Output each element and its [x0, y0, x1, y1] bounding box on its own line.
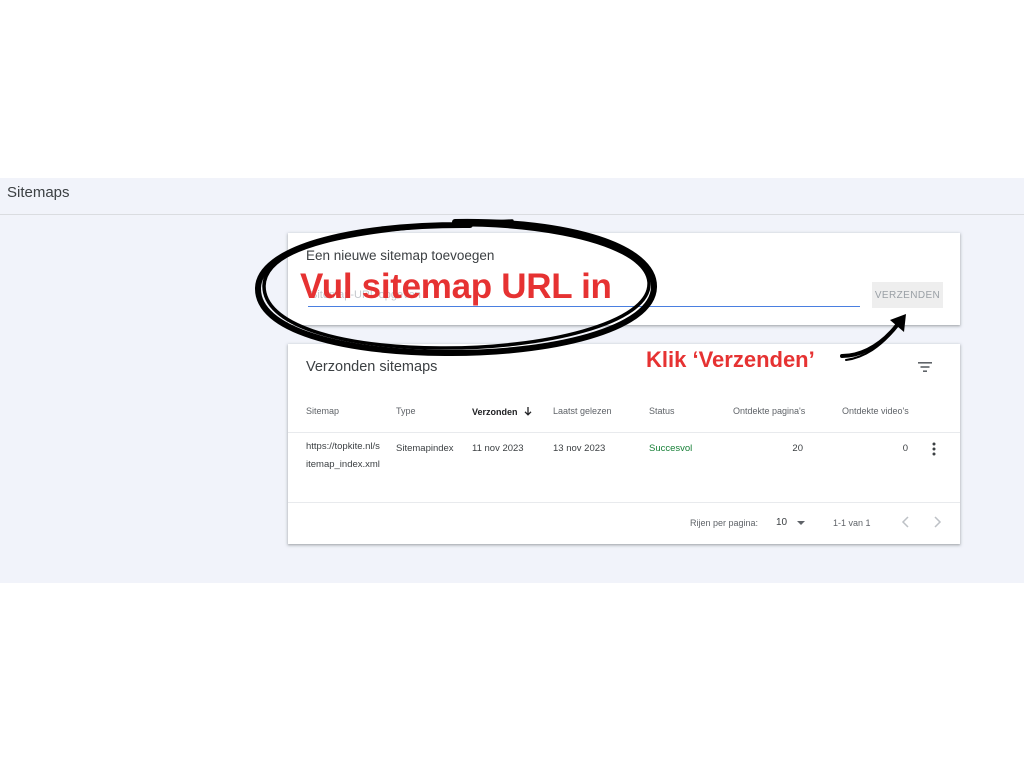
- rows-per-page-label: Rijen per pagina:: [690, 518, 759, 528]
- cell-submitted: 11 nov 2023: [472, 443, 524, 454]
- rows-per-page-value: 10: [776, 517, 788, 528]
- column-header-sitemap[interactable]: Sitemap: [306, 406, 339, 416]
- column-header-discovered-videos[interactable]: Ontdekte video's: [842, 406, 909, 416]
- divider: [288, 432, 960, 433]
- column-header-submitted[interactable]: Verzonden: [472, 406, 533, 417]
- more-vert-icon[interactable]: [928, 441, 940, 457]
- column-header-status[interactable]: Status: [649, 406, 675, 416]
- cell-type: Sitemapindex: [396, 443, 454, 454]
- submitted-sitemaps-card: Verzonden sitemaps Sitemap Type Verzonde…: [288, 344, 960, 544]
- pagination-range: 1-1 van 1: [833, 518, 871, 528]
- annotation-click-submit: Klik ‘Verzenden’: [646, 347, 815, 372]
- rows-per-page-select[interactable]: 10: [774, 514, 810, 532]
- chevron-left-icon[interactable]: [898, 514, 914, 530]
- cell-discovered-videos: 0: [902, 443, 908, 454]
- annotation-arrow-icon: [840, 314, 906, 361]
- page-title: Sitemaps: [7, 184, 70, 201]
- annotation-fill-url: Vul sitemap URL in: [300, 267, 612, 306]
- cell-last-read: 13 nov 2023: [553, 443, 606, 454]
- chevron-right-icon[interactable]: [929, 514, 945, 530]
- column-header-discovered-pages[interactable]: Ontdekte pagina's: [733, 406, 805, 416]
- filter-icon[interactable]: [916, 358, 934, 376]
- cell-status: Succesvol: [649, 443, 693, 454]
- column-header-submitted-label: Verzonden: [472, 407, 518, 417]
- column-header-last-read[interactable]: Laatst gelezen: [553, 406, 612, 416]
- column-header-type[interactable]: Type: [396, 406, 416, 416]
- page-header: Sitemaps: [0, 178, 1024, 215]
- submit-button[interactable]: VERZENDEN: [872, 282, 943, 308]
- sort-arrow-down-icon: [524, 407, 531, 416]
- cell-discovered-pages: 20: [792, 443, 803, 454]
- chevron-down-icon: [797, 521, 805, 525]
- cell-sitemap-url: https://topkite.nl/sitemap_index.xml: [306, 441, 380, 470]
- divider: [288, 502, 960, 503]
